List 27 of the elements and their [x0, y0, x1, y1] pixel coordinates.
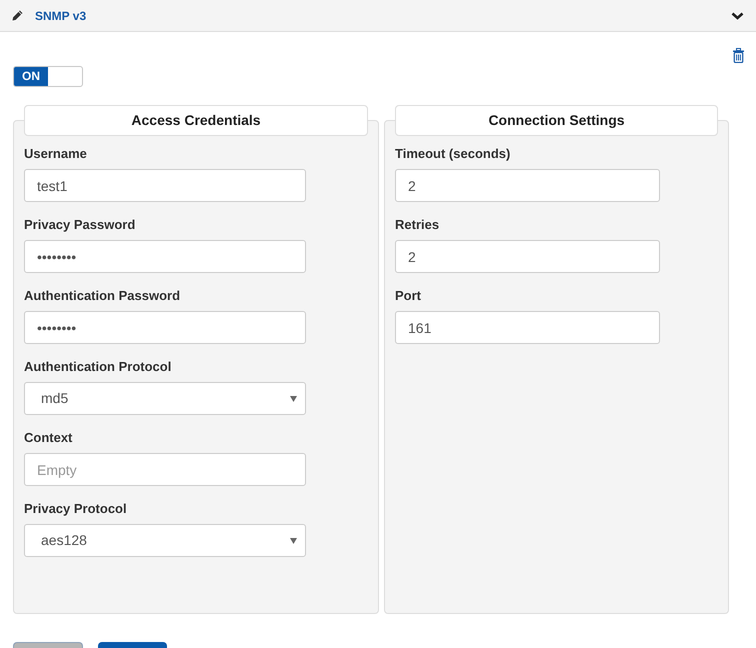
text-field[interactable]: test1: [24, 169, 306, 202]
caret-down-icon: [290, 396, 297, 402]
text-field[interactable]: 161: [395, 311, 660, 344]
dropdown[interactable]: md5: [24, 382, 306, 415]
section-header: Access Credentials: [24, 105, 368, 136]
field-label: Timeout (seconds): [395, 145, 510, 162]
field-label: Context: [24, 429, 72, 446]
text-field[interactable]: 2: [395, 240, 660, 273]
trash-icon[interactable]: [733, 48, 744, 63]
field-label: Privacy Protocol: [24, 500, 127, 517]
field-label: Authentication Password: [24, 287, 180, 304]
dropdown[interactable]: aes128: [24, 524, 306, 557]
password-field[interactable]: ••••••••: [24, 311, 306, 344]
panel-title: SNMP v3: [35, 8, 86, 24]
text-field[interactable]: 2: [395, 169, 660, 202]
field-label: Authentication Protocol: [24, 358, 172, 375]
text-field[interactable]: Empty: [24, 453, 306, 486]
chevron-down-icon[interactable]: [731, 12, 744, 20]
field-label: Retries: [395, 216, 440, 233]
field-label: Username: [24, 145, 87, 162]
password-field[interactable]: ••••••••: [24, 240, 306, 273]
caret-down-icon: [290, 538, 297, 544]
field-label: Privacy Password: [24, 216, 136, 233]
toggle-switch[interactable]: ON: [13, 66, 83, 87]
section-header: Connection Settings: [395, 105, 718, 136]
field-label: Port: [395, 287, 421, 304]
pencil-icon: [12, 10, 23, 21]
